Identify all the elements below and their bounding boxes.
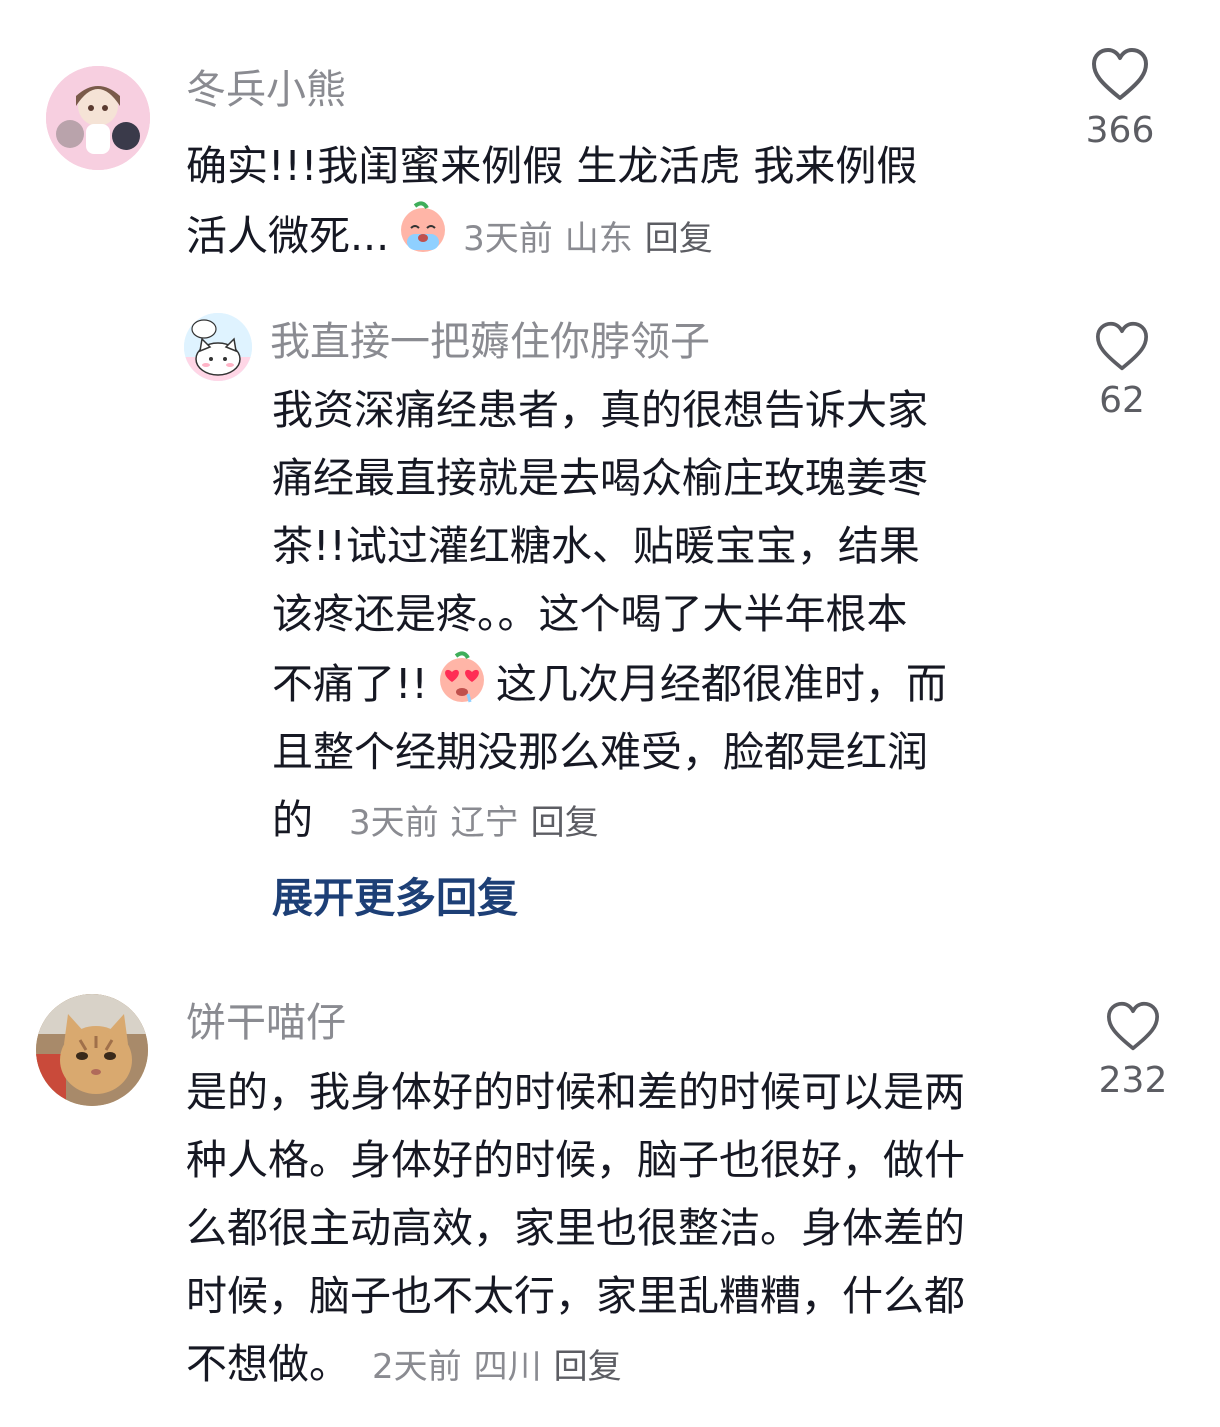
- comment-body: 是的，我身体好的时候和差的时候可以是两 种人格。身体好的时候，脑子也很好，做什 …: [186, 1058, 965, 1401]
- comment-body: 我资深痛经患者，真的很想告诉大家 痛经最直接就是去喝众榆庄玫瑰姜枣 茶!!试过灌…: [272, 376, 947, 857]
- comment-line-with-meta: 的 3天前 辽宁 回复: [272, 786, 947, 857]
- like-count: 366: [1085, 110, 1155, 151]
- heart-icon: [1083, 1000, 1183, 1052]
- comment-meta: 3天前 辽宁 回复: [349, 803, 599, 843]
- like-count: 62: [1099, 380, 1145, 421]
- heart-icon: [1070, 46, 1170, 102]
- comment-username[interactable]: 冬兵小熊: [186, 70, 346, 110]
- reply-button[interactable]: 回复: [531, 803, 599, 843]
- comment-time: 2天前: [372, 1347, 462, 1387]
- comment-meta: 2天前 四川 回复: [372, 1347, 622, 1387]
- comment-line-with-meta: 活人微死... 3天前 山东 回复: [186, 200, 917, 273]
- avatar[interactable]: [184, 313, 252, 381]
- orange-cat-photo-avatar-icon: [36, 994, 148, 1106]
- comment-location: 四川: [473, 1347, 542, 1387]
- comment-meta: 3天前 山东 回复: [463, 219, 713, 259]
- comment-line: 不痛了!!: [272, 660, 428, 708]
- heart-icon: [1072, 320, 1172, 372]
- comment-line-with-meta: 不想做。 2天前 四川 回复: [186, 1330, 965, 1401]
- comment-line: 是的，我身体好的时候和差的时候可以是两: [186, 1068, 965, 1116]
- comment-line: 时候，脑子也不太行，家里乱糟糟，什么都: [186, 1272, 965, 1320]
- comment-line: 且整个经期没那么难受，脸都是红润: [272, 728, 928, 776]
- like-button[interactable]: 366: [1070, 46, 1170, 151]
- comment-line: 确实!!!我闺蜜来例假 生龙活虎 我来例假: [186, 142, 918, 190]
- comment-line: 的: [272, 796, 313, 844]
- comment-location: 山东: [564, 219, 633, 259]
- white-cats-avatar-icon: [184, 313, 252, 381]
- comment-line: 这几次月经都很准时，而: [495, 660, 947, 708]
- comment-location: 辽宁: [450, 803, 519, 843]
- comment-line: 茶!!试过灌红糖水、贴暖宝宝，结果: [272, 522, 920, 570]
- avatar[interactable]: [46, 66, 150, 170]
- comment-line: 么都很主动高效，家里也很整洁。身体差的: [186, 1204, 965, 1252]
- comment-time: 3天前: [349, 803, 439, 843]
- expand-more-replies-link[interactable]: 展开更多回复: [272, 864, 518, 924]
- comment-username[interactable]: 饼干喵仔: [186, 1003, 346, 1043]
- heart-eyes-face-emoji-icon: [439, 651, 484, 703]
- comment-line-with-emoji: 不痛了!! 这几次月经都很准时，而: [272, 648, 947, 718]
- comment-body: 确实!!!我闺蜜来例假 生龙活虎 我来例假 活人微死... 3天前 山东 回复: [186, 132, 917, 273]
- comment-time: 3天前: [463, 219, 553, 259]
- like-button[interactable]: 62: [1072, 320, 1172, 421]
- comment-line: 活人微死...: [186, 212, 390, 260]
- like-button[interactable]: 232: [1083, 1000, 1183, 1101]
- comment-line: 该疼还是疼。。这个喝了大半年根本: [272, 590, 908, 638]
- anime-girl-avatar-icon: [46, 66, 150, 170]
- comment-line: 种人格。身体好的时候，脑子也很好，做什: [186, 1136, 965, 1184]
- avatar[interactable]: [36, 994, 148, 1106]
- like-count: 232: [1098, 1060, 1168, 1101]
- comment-line: 痛经最直接就是去喝众榆庄玫瑰姜枣: [272, 454, 928, 502]
- comment-line: 我资深痛经患者，真的很想告诉大家: [272, 386, 928, 434]
- reply-button[interactable]: 回复: [554, 1347, 622, 1387]
- reply-button[interactable]: 回复: [645, 219, 713, 259]
- crying-face-emoji-icon: [401, 201, 446, 252]
- comment-username[interactable]: 我直接一把薅住你脖领子: [270, 322, 710, 362]
- comment-line: 不想做。: [186, 1340, 350, 1388]
